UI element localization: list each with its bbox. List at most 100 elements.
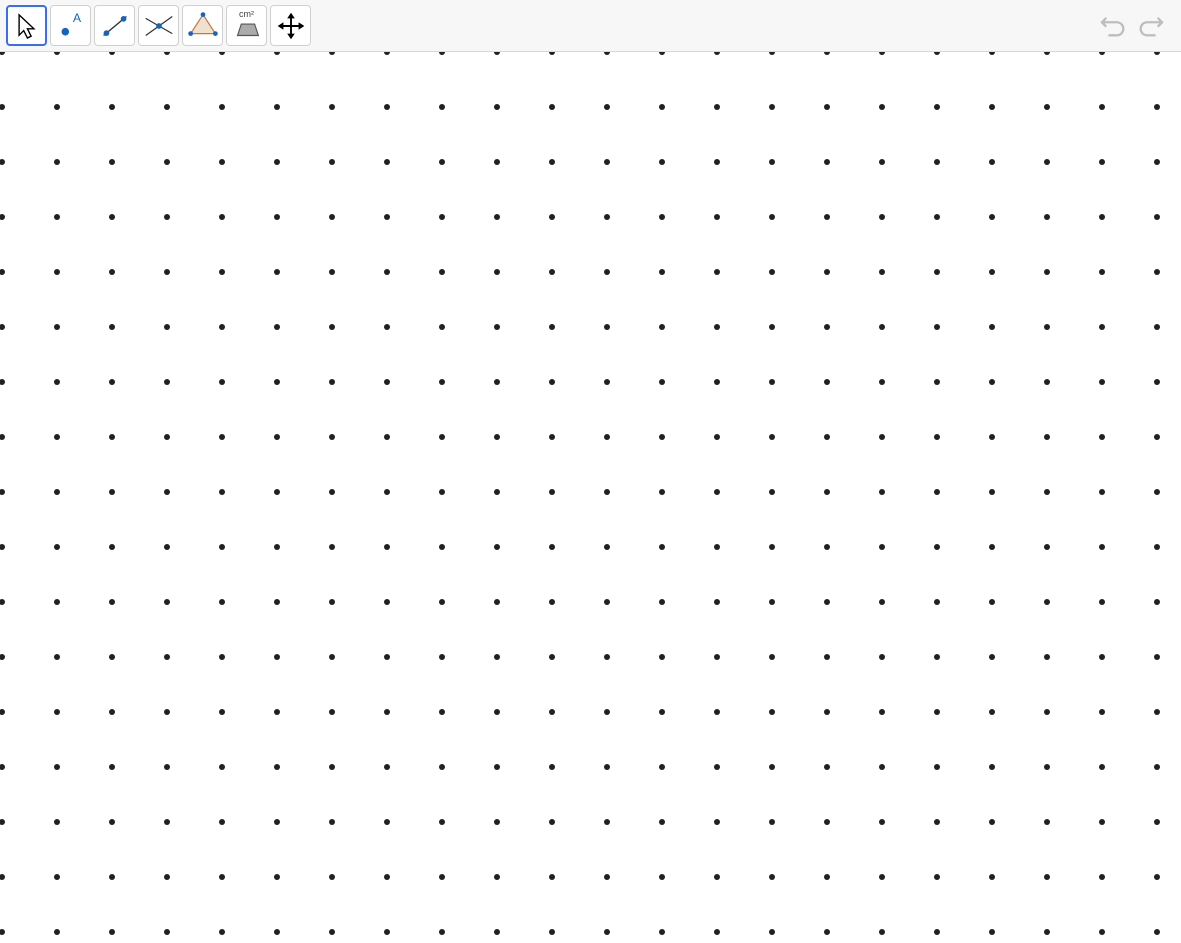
- grid-dot: [934, 269, 940, 275]
- move-tool[interactable]: [6, 5, 47, 46]
- grid-dot: [769, 874, 775, 880]
- grid-dot: [0, 379, 5, 385]
- grid-dot: [769, 819, 775, 825]
- grid-dot: [274, 104, 280, 110]
- grid-dot: [1099, 819, 1105, 825]
- grid-dot: [384, 104, 390, 110]
- grid-dot: [769, 544, 775, 550]
- grid-dot: [659, 269, 665, 275]
- grid-dot: [659, 214, 665, 220]
- grid-dot: [824, 379, 830, 385]
- grid-dot: [164, 379, 170, 385]
- grid-dot: [1099, 599, 1105, 605]
- grid-dot: [1044, 159, 1050, 165]
- grid-dot: [329, 544, 335, 550]
- dot-grid: [0, 52, 1181, 943]
- polygon-tool[interactable]: [182, 5, 223, 46]
- grid-dot: [1044, 819, 1050, 825]
- grid-dot: [714, 214, 720, 220]
- point-tool[interactable]: A: [50, 5, 91, 46]
- intersect-icon: [140, 7, 178, 45]
- grid-dot: [494, 874, 500, 880]
- canvas-area[interactable]: [0, 52, 1181, 943]
- grid-dot: [164, 104, 170, 110]
- grid-dot: [549, 874, 555, 880]
- grid-dot: [164, 214, 170, 220]
- grid-dot: [1154, 874, 1160, 880]
- grid-dot: [274, 324, 280, 330]
- grid-dot: [54, 379, 60, 385]
- grid-dot: [769, 379, 775, 385]
- grid-dot: [989, 874, 995, 880]
- grid-dot: [879, 764, 885, 770]
- grid-dot: [274, 434, 280, 440]
- grid-dot: [879, 709, 885, 715]
- grid-dot: [714, 324, 720, 330]
- grid-dot: [109, 764, 115, 770]
- grid-dot: [219, 214, 225, 220]
- grid-dot: [824, 599, 830, 605]
- grid-dot: [714, 929, 720, 935]
- grid-dot: [934, 764, 940, 770]
- grid-dot: [384, 52, 390, 55]
- grid-dot: [604, 654, 610, 660]
- grid-dot: [1154, 159, 1160, 165]
- grid-dot: [274, 489, 280, 495]
- grid-dot: [329, 874, 335, 880]
- grid-dot: [714, 52, 720, 55]
- grid-dot: [439, 52, 445, 55]
- grid-dot: [549, 819, 555, 825]
- grid-dot: [549, 929, 555, 935]
- grid-dot: [1154, 52, 1160, 55]
- grid-dot: [54, 709, 60, 715]
- grid-dot: [604, 434, 610, 440]
- grid-dot: [384, 764, 390, 770]
- drag-view-tool[interactable]: [270, 5, 311, 46]
- grid-dot: [934, 874, 940, 880]
- grid-dot: [604, 379, 610, 385]
- grid-dot: [1154, 434, 1160, 440]
- grid-dot: [714, 269, 720, 275]
- grid-dot: [604, 929, 610, 935]
- grid-dot: [1099, 544, 1105, 550]
- grid-dot: [494, 434, 500, 440]
- intersect-tool[interactable]: [138, 5, 179, 46]
- grid-dot: [989, 489, 995, 495]
- grid-dot: [604, 214, 610, 220]
- grid-dot: [989, 324, 995, 330]
- grid-dot: [879, 599, 885, 605]
- grid-dot: [219, 929, 225, 935]
- grid-dot: [1044, 709, 1050, 715]
- grid-dot: [1044, 764, 1050, 770]
- grid-dot: [54, 764, 60, 770]
- grid-dot: [1154, 379, 1160, 385]
- grid-dot: [109, 52, 115, 55]
- grid-dot: [1044, 324, 1050, 330]
- grid-dot: [439, 709, 445, 715]
- grid-dot: [109, 599, 115, 605]
- grid-dot: [1154, 489, 1160, 495]
- grid-dot: [54, 269, 60, 275]
- grid-dot: [989, 709, 995, 715]
- grid-dot: [54, 654, 60, 660]
- grid-dot: [549, 52, 555, 55]
- grid-dot: [109, 709, 115, 715]
- grid-dot: [824, 819, 830, 825]
- grid-dot: [109, 324, 115, 330]
- grid-dot: [164, 709, 170, 715]
- grid-dot: [879, 159, 885, 165]
- grid-dot: [384, 379, 390, 385]
- grid-dot: [769, 52, 775, 55]
- grid-dot: [879, 104, 885, 110]
- grid-dot: [604, 709, 610, 715]
- grid-dot: [219, 764, 225, 770]
- undo-button[interactable]: [1099, 11, 1129, 41]
- grid-dot: [494, 52, 500, 55]
- grid-dot: [54, 324, 60, 330]
- area-tool[interactable]: cm²: [226, 5, 267, 46]
- redo-button[interactable]: [1135, 11, 1165, 41]
- grid-dot: [549, 764, 555, 770]
- line-tool[interactable]: [94, 5, 135, 46]
- grid-dot: [329, 819, 335, 825]
- grid-dot: [439, 929, 445, 935]
